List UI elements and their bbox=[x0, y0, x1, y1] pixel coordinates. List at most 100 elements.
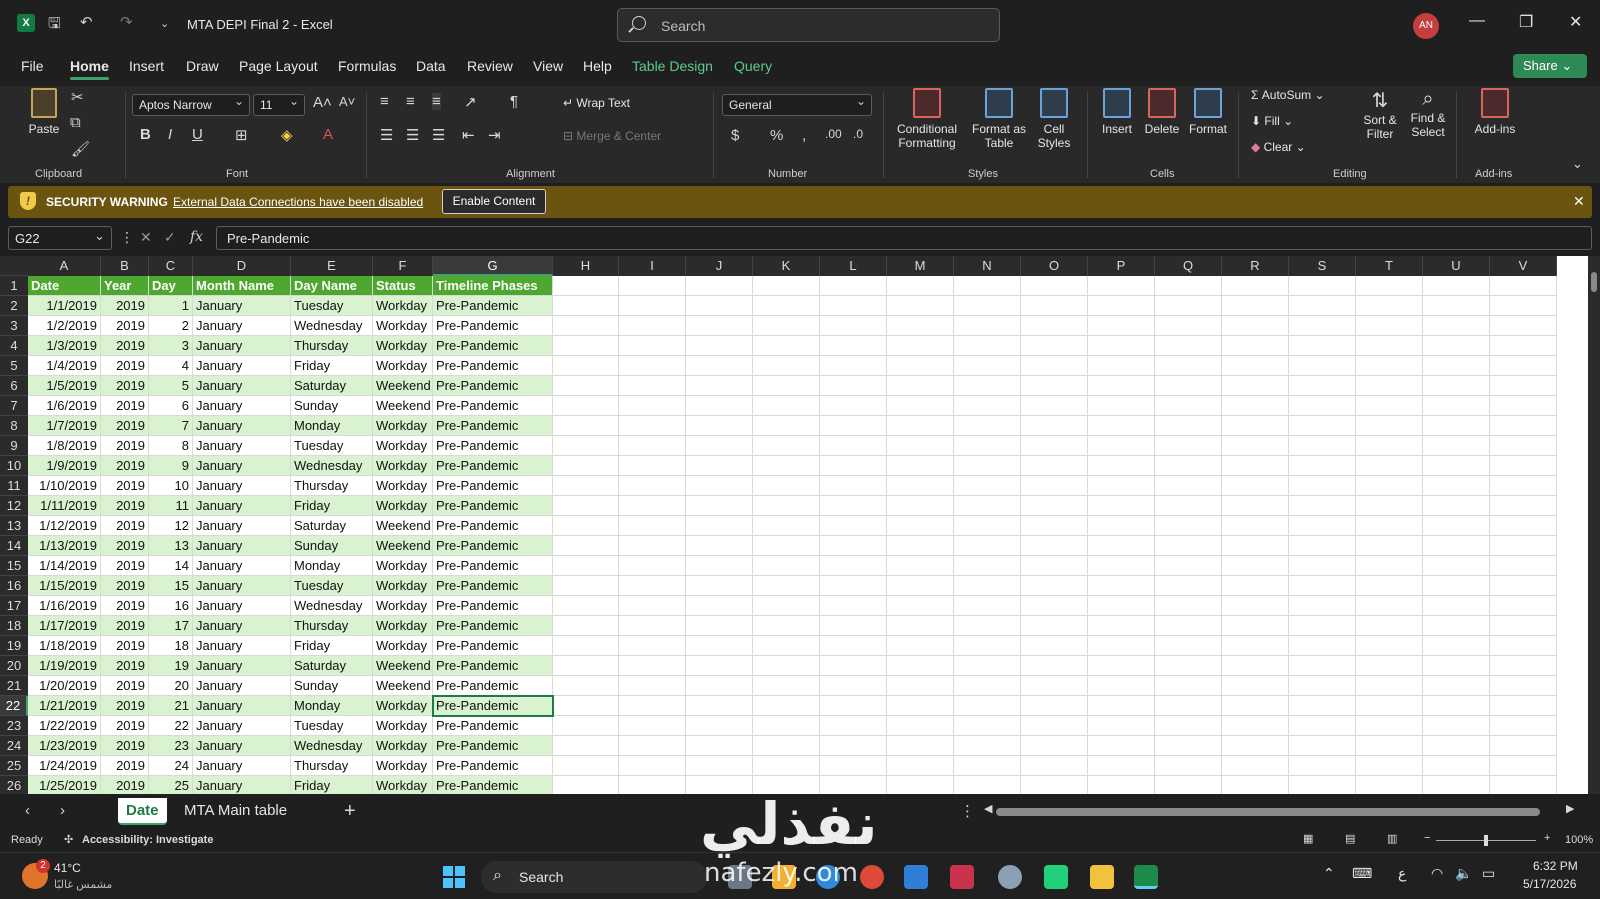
empty-cell[interactable] bbox=[954, 536, 1021, 556]
column-header-f[interactable]: F bbox=[373, 256, 433, 276]
empty-cell[interactable] bbox=[1155, 376, 1222, 396]
table-cell[interactable]: 2019 bbox=[101, 616, 149, 636]
tab-page-layout[interactable]: Page Layout bbox=[239, 58, 318, 74]
empty-cell[interactable] bbox=[1490, 776, 1557, 794]
align-bottom-icon[interactable]: ≡ bbox=[432, 93, 441, 110]
empty-cell[interactable] bbox=[1356, 776, 1423, 794]
empty-cell[interactable] bbox=[1423, 396, 1490, 416]
table-cell[interactable]: Tuesday bbox=[291, 296, 373, 316]
empty-cell[interactable] bbox=[1289, 556, 1356, 576]
app-icon[interactable] bbox=[950, 865, 974, 889]
empty-cell[interactable] bbox=[619, 756, 686, 776]
empty-cell[interactable] bbox=[1356, 336, 1423, 356]
empty-cell[interactable] bbox=[1490, 356, 1557, 376]
table-cell[interactable]: 21 bbox=[149, 696, 193, 716]
currency-icon[interactable]: $ bbox=[731, 127, 739, 144]
empty-cell[interactable] bbox=[1088, 536, 1155, 556]
empty-cell[interactable] bbox=[820, 656, 887, 676]
empty-cell[interactable] bbox=[619, 496, 686, 516]
decrease-indent-icon[interactable]: ⇤ bbox=[462, 126, 475, 144]
scroll-left-icon[interactable]: ◀ bbox=[984, 802, 992, 815]
tab-options-icon[interactable]: ⋮ bbox=[960, 802, 975, 820]
table-cell[interactable]: Pre-Pandemic bbox=[433, 756, 553, 776]
empty-cell[interactable] bbox=[954, 376, 1021, 396]
empty-cell[interactable] bbox=[686, 296, 753, 316]
format-as-table-button[interactable]: Format as Table bbox=[970, 88, 1028, 150]
table-cell[interactable]: 15 bbox=[149, 576, 193, 596]
enter-icon[interactable]: ✓ bbox=[164, 229, 176, 246]
table-cell[interactable]: January bbox=[193, 316, 291, 336]
empty-cell[interactable] bbox=[553, 336, 619, 356]
empty-cell[interactable] bbox=[1289, 736, 1356, 756]
minimize-icon[interactable]: — bbox=[1469, 12, 1485, 30]
empty-cell[interactable] bbox=[1088, 376, 1155, 396]
table-cell[interactable]: January bbox=[193, 616, 291, 636]
empty-cell[interactable] bbox=[1490, 296, 1557, 316]
table-cell[interactable]: 14 bbox=[149, 556, 193, 576]
row-header[interactable]: 4 bbox=[0, 336, 28, 356]
select-all-corner[interactable] bbox=[0, 256, 28, 276]
empty-cell[interactable] bbox=[1490, 396, 1557, 416]
empty-cell[interactable] bbox=[1088, 616, 1155, 636]
empty-cell[interactable] bbox=[1490, 556, 1557, 576]
empty-cell[interactable] bbox=[619, 576, 686, 596]
table-cell[interactable]: Pre-Pandemic bbox=[433, 376, 553, 396]
empty-cell[interactable] bbox=[553, 516, 619, 536]
column-header-r[interactable]: R bbox=[1222, 256, 1289, 276]
insert-cells-button[interactable]: Insert bbox=[1095, 88, 1139, 136]
table-cell[interactable]: 1/25/2019 bbox=[28, 776, 101, 794]
column-header-n[interactable]: N bbox=[954, 256, 1021, 276]
more-options-icon[interactable]: ⋮ bbox=[120, 229, 134, 246]
empty-cell[interactable] bbox=[553, 276, 619, 296]
empty-cell[interactable] bbox=[820, 356, 887, 376]
table-cell[interactable]: Workday bbox=[373, 476, 433, 496]
empty-cell[interactable] bbox=[619, 276, 686, 296]
empty-cell[interactable] bbox=[820, 756, 887, 776]
table-cell[interactable]: Wednesday bbox=[291, 736, 373, 756]
tab-draw[interactable]: Draw bbox=[186, 58, 219, 74]
empty-cell[interactable] bbox=[619, 436, 686, 456]
align-middle-icon[interactable]: ≡ bbox=[406, 93, 415, 110]
table-cell[interactable]: 8 bbox=[149, 436, 193, 456]
table-cell[interactable]: January bbox=[193, 696, 291, 716]
empty-cell[interactable] bbox=[1289, 316, 1356, 336]
table-cell[interactable]: 1 bbox=[149, 296, 193, 316]
empty-cell[interactable] bbox=[1222, 556, 1289, 576]
empty-cell[interactable] bbox=[686, 516, 753, 536]
cancel-icon[interactable]: ✕ bbox=[140, 229, 152, 246]
table-cell[interactable]: 2019 bbox=[101, 296, 149, 316]
row-header[interactable]: 13 bbox=[0, 516, 28, 536]
tab-home[interactable]: Home bbox=[70, 58, 109, 80]
orientation-icon[interactable]: ↗ bbox=[464, 93, 477, 111]
empty-cell[interactable] bbox=[1289, 436, 1356, 456]
table-cell[interactable]: Weekend bbox=[373, 536, 433, 556]
table-cell[interactable]: January bbox=[193, 596, 291, 616]
empty-cell[interactable] bbox=[820, 396, 887, 416]
empty-cell[interactable] bbox=[1423, 656, 1490, 676]
empty-cell[interactable] bbox=[1490, 636, 1557, 656]
empty-cell[interactable] bbox=[1490, 656, 1557, 676]
zoom-level[interactable]: 100% bbox=[1565, 834, 1593, 846]
table-cell[interactable]: Weekend bbox=[373, 656, 433, 676]
language-indicator[interactable]: ع bbox=[1398, 865, 1406, 882]
column-header-b[interactable]: B bbox=[101, 256, 149, 276]
empty-cell[interactable] bbox=[887, 276, 954, 296]
empty-cell[interactable] bbox=[1155, 536, 1222, 556]
empty-cell[interactable] bbox=[686, 436, 753, 456]
empty-cell[interactable] bbox=[1088, 776, 1155, 794]
column-header-v[interactable]: V bbox=[1490, 256, 1557, 276]
increase-font-icon[interactable]: A˄ bbox=[313, 94, 332, 111]
empty-cell[interactable] bbox=[1088, 696, 1155, 716]
table-cell[interactable]: Pre-Pandemic bbox=[433, 536, 553, 556]
table-cell[interactable]: Tuesday bbox=[291, 576, 373, 596]
empty-cell[interactable] bbox=[1289, 776, 1356, 794]
empty-cell[interactable] bbox=[1155, 576, 1222, 596]
table-cell[interactable]: 2019 bbox=[101, 536, 149, 556]
empty-cell[interactable] bbox=[1088, 476, 1155, 496]
empty-cell[interactable] bbox=[753, 596, 820, 616]
empty-cell[interactable] bbox=[619, 336, 686, 356]
empty-cell[interactable] bbox=[820, 556, 887, 576]
table-cell[interactable]: Weekend bbox=[373, 396, 433, 416]
empty-cell[interactable] bbox=[820, 696, 887, 716]
table-cell[interactable]: 2019 bbox=[101, 596, 149, 616]
